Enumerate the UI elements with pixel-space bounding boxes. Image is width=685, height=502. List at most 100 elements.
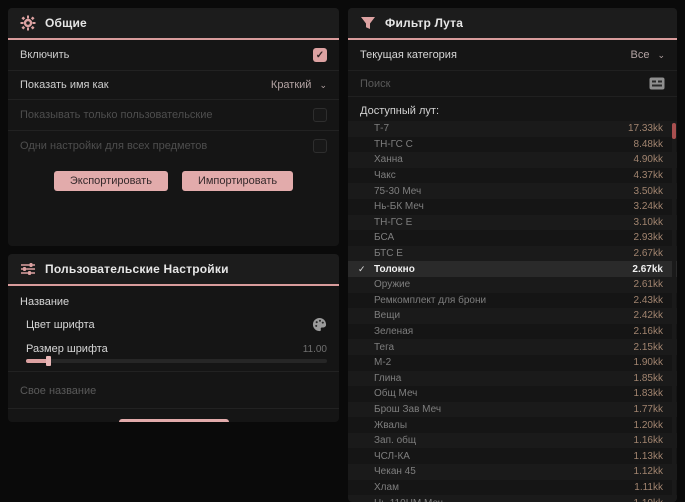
loot-item-name: Чекан 45 [374, 466, 416, 478]
loot-item-name: Хлам [374, 481, 399, 493]
loot-list-item[interactable]: ЧСЛ-КА 1.13kk [348, 448, 677, 464]
slider-fill [26, 359, 48, 363]
loot-list-item[interactable]: ТН-ГС С 8.48kk [348, 137, 677, 153]
scrollbar[interactable] [672, 121, 676, 502]
export-import-row: Экспортировать Импортировать [8, 161, 339, 203]
loot-item-name: Брош Зав Меч [374, 403, 442, 415]
font-color-label: Цвет шрифта [26, 318, 95, 331]
general-panel-header: Общие [8, 8, 339, 40]
loot-list: Т-7 17.33kk ТН-ГС С 8.48kk Ханна 4.90kk … [348, 121, 677, 502]
loot-list-item[interactable]: Тега 2.15kk [348, 339, 677, 355]
loot-list-item[interactable]: БТС Е 2.67kk [348, 246, 677, 262]
loot-item-value: 3.10kk [633, 216, 663, 228]
loot-item-value: 1.90kk [633, 357, 663, 369]
loot-list-item[interactable]: Чекан 45 1.12kk [348, 464, 677, 480]
custom-settings-panel: Пользовательские Настройки Название Цвет… [8, 254, 339, 422]
custom-settings-header: Пользовательские Настройки [8, 254, 339, 286]
loot-list-item[interactable]: 75-30 Меч 3.50kk [348, 183, 677, 199]
loot-list-item[interactable]: Хлам 1.11kk [348, 480, 677, 496]
general-panel-title: Общие [45, 16, 87, 30]
loot-list-item[interactable]: М-2 1.90kk [348, 355, 677, 371]
same-settings-label: Одни настройки для всех предметов [20, 140, 208, 152]
loot-item-value: 2.61kk [633, 279, 663, 291]
loot-list-item[interactable]: Оружие 2.61kk [348, 277, 677, 293]
loot-item-value: 1.11kk [634, 481, 663, 493]
category-dropdown-value: Все [630, 49, 650, 61]
only-custom-checkbox[interactable] [313, 108, 327, 122]
slider-thumb[interactable] [46, 356, 51, 366]
loot-item-name: Нь-БК Меч [374, 201, 424, 213]
loot-item-name: БСА [374, 232, 395, 244]
loot-item-value: 3.50kk [633, 185, 663, 197]
font-size-slider[interactable] [26, 356, 327, 366]
loot-list-item[interactable]: Т-7 17.33kk [348, 121, 677, 137]
loot-item-name: ТН-ГС Е [374, 216, 413, 228]
loot-item-name: Оружие [374, 279, 411, 291]
loot-list-item[interactable]: ТН-ГС Е 3.10kk [348, 215, 677, 231]
scrollbar-thumb[interactable] [672, 123, 676, 139]
delete-row: Удалить [8, 409, 339, 422]
loot-list-item[interactable]: Нь-БК Меч 3.24kk [348, 199, 677, 215]
same-settings-row: Одни настройки для всех предметов [8, 130, 339, 161]
same-settings-checkbox[interactable] [313, 139, 327, 153]
loot-list-item[interactable]: БСА 2.93kk [348, 230, 677, 246]
loot-item-value: 3.24kk [633, 201, 663, 213]
loot-item-value: 8.48kk [633, 138, 663, 150]
gear-icon [20, 15, 36, 31]
font-size-label: Размер шрифта [26, 343, 108, 355]
chevron-down-icon: ⌄ [657, 49, 665, 60]
loot-filter-title: Фильтр Лута [385, 16, 464, 30]
loot-list-item[interactable]: Брош Зав Меч 1.77kk [348, 402, 677, 418]
loot-list-item[interactable]: Зап. общ 1.16kk [348, 433, 677, 449]
loot-item-value: 17.33kk [627, 123, 663, 135]
enable-label: Включить [20, 49, 70, 61]
loot-item-value: 1.77kk [633, 403, 663, 415]
loot-list-item[interactable]: Глина 1.85kk [348, 371, 677, 387]
loot-list-item[interactable]: Ханна 4.90kk [348, 152, 677, 168]
loot-item-value: 1.83kk [633, 388, 663, 400]
loot-item-name: М-2 [374, 357, 392, 369]
loot-item-name: Глина [374, 372, 402, 384]
enable-checkbox[interactable]: ✓ [313, 48, 327, 62]
loot-item-name: ТН-ГС С [374, 138, 413, 150]
search-input[interactable] [360, 77, 649, 90]
loot-item-value: 1.12kk [633, 466, 663, 478]
export-button[interactable]: Экспортировать [53, 171, 168, 191]
loot-item-name: Вещи [374, 310, 401, 322]
loot-list-item[interactable]: Вещи 2.42kk [348, 308, 677, 324]
palette-icon[interactable] [312, 317, 327, 332]
loot-list-item[interactable]: Чакс 4.37kk [348, 168, 677, 184]
loot-item-name: Общ Меч [374, 388, 418, 400]
loot-item-value: 2.93kk [633, 232, 663, 244]
loot-item-name: Чакс [374, 170, 396, 182]
show-name-row: Показать имя как Краткий ⌄ [8, 70, 339, 99]
loot-list-item[interactable]: Зеленая 2.16kk [348, 324, 677, 340]
loot-item-name: Зап. общ [374, 435, 417, 447]
available-loot-label: Доступный лут: [360, 105, 440, 117]
show-name-dropdown[interactable]: Краткий ⌄ [271, 79, 327, 91]
loot-item-name: Зеленая [374, 326, 414, 338]
general-panel: Общие Включить ✓ Показать имя как Кратки… [8, 8, 339, 246]
enable-row: Включить ✓ [8, 40, 339, 70]
check-icon: ✓ [358, 263, 366, 274]
search-settings-icon[interactable] [649, 77, 665, 90]
import-button[interactable]: Импортировать [181, 171, 294, 191]
loot-list-item[interactable]: ✓ Толокно 2.67kk [348, 261, 677, 277]
chevron-down-icon: ⌄ [319, 79, 327, 90]
delete-button[interactable]: Удалить [118, 419, 229, 422]
loot-item-name: Нь-110НМ Меч [374, 498, 634, 502]
loot-list-item[interactable]: Общ Меч 1.83kk [348, 386, 677, 402]
sliders-icon [21, 263, 35, 275]
loot-list-item[interactable]: Ремкомплект для брони 2.43kk [348, 293, 677, 309]
only-custom-label: Показывать только пользовательские [20, 109, 213, 121]
loot-item-value: 2.16kk [633, 326, 663, 338]
loot-item-value: 2.43kk [633, 294, 663, 306]
custom-name-input[interactable] [20, 385, 327, 397]
show-name-label: Показать имя как [20, 79, 109, 91]
loot-item-value: 1.10kk [634, 498, 663, 502]
loot-list-item[interactable]: Нь-110НМ Меч 1.10kk [348, 495, 677, 502]
loot-item-name: БТС Е [374, 248, 403, 260]
loot-item-value: 4.37kk [633, 170, 663, 182]
category-dropdown[interactable]: Все ⌄ [630, 49, 665, 61]
loot-list-item[interactable]: Жвалы 1.20kk [348, 417, 677, 433]
